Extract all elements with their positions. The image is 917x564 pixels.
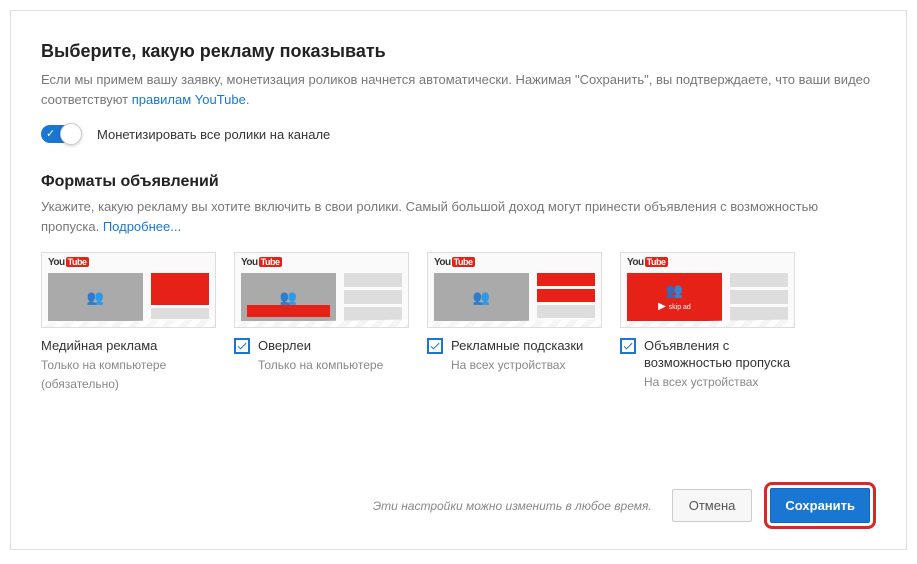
format-checkbox-skip[interactable] — [620, 338, 636, 354]
sidebar-placeholder — [730, 273, 788, 321]
format-name: Рекламные подсказки — [451, 338, 583, 355]
people-icon: 👥 — [87, 289, 104, 306]
format-thumb-cards: Tube 👥 — [427, 252, 602, 328]
dialog-footer: Эти настройки можно изменить в любое вре… — [41, 482, 876, 529]
formats-grid: Tube 👥 Медийная реклама Только на компью… — [41, 252, 876, 392]
format-label-row: Объявления с возможностью пропуска На вс… — [620, 338, 795, 391]
format-sub: Только на компьютере — [41, 357, 166, 374]
video-ad-placeholder: 👥 ▶ skip ad — [627, 273, 722, 321]
format-name: Объявления с возможностью пропуска — [644, 338, 795, 372]
learn-more-link[interactable]: Подробнее... — [103, 219, 181, 234]
video-placeholder: 👥 — [434, 273, 529, 321]
sidebar-placeholder — [537, 273, 595, 321]
format-thumb-display: Tube 👥 — [41, 252, 216, 328]
cancel-button[interactable]: Отмена — [672, 489, 753, 522]
youtube-logo-icon: Tube — [48, 257, 89, 268]
format-sub: На всех устройствах — [451, 357, 583, 374]
format-checkbox-overlay[interactable] — [234, 338, 250, 354]
footer-note: Эти настройки можно изменить в любое вре… — [373, 499, 652, 513]
video-placeholder: 👥 — [241, 273, 336, 321]
check-icon — [236, 340, 248, 352]
format-thumb-overlay: Tube 👥 — [234, 252, 409, 328]
play-icon: ▶ skip ad — [658, 301, 691, 312]
format-label-row: Оверлеи Только на компьютере — [234, 338, 409, 374]
format-label-row: Рекламные подсказки На всех устройствах — [427, 338, 602, 374]
dialog-description: Если мы примем вашу заявку, монетизация … — [41, 70, 876, 109]
people-icon: 👥 — [280, 289, 297, 306]
format-card-cards: Tube 👥 Рекламные подсказки На всех устро… — [427, 252, 602, 392]
format-card-skip: Tube 👥 ▶ skip ad Объявления с возможност… — [620, 252, 795, 392]
format-name: Оверлеи — [258, 338, 383, 355]
format-name: Медийная реклама — [41, 338, 166, 355]
format-sub2: (обязательно) — [41, 376, 166, 393]
formats-description: Укажите, какую рекламу вы хотите включит… — [41, 197, 876, 236]
people-icon: 👥 — [473, 289, 490, 306]
monetization-dialog: Выберите, какую рекламу показывать Если … — [10, 10, 907, 550]
desc-text-end: . — [246, 92, 250, 107]
formats-title: Форматы объявлений — [41, 173, 876, 191]
people-icon: 👥 — [666, 282, 683, 299]
overlay-bar — [247, 305, 330, 317]
format-checkbox-cards[interactable] — [427, 338, 443, 354]
video-placeholder: 👥 — [48, 273, 143, 321]
format-sub: Только на компьютере — [258, 357, 383, 374]
youtube-rules-link[interactable]: правилам YouTube — [132, 92, 246, 107]
toggle-label: Монетизировать все ролики на канале — [97, 127, 330, 142]
save-button-highlight: Сохранить — [764, 482, 876, 529]
format-card-overlay: Tube 👥 Оверлеи Только на компьютере — [234, 252, 409, 392]
sidebar-placeholder — [151, 273, 209, 321]
youtube-logo-icon: Tube — [241, 257, 282, 268]
format-sub: На всех устройствах — [644, 374, 795, 391]
check-icon — [429, 340, 441, 352]
format-thumb-skip: Tube 👥 ▶ skip ad — [620, 252, 795, 328]
monetize-all-toggle[interactable]: ✓ — [41, 125, 81, 143]
youtube-logo-icon: Tube — [434, 257, 475, 268]
check-icon — [622, 340, 634, 352]
format-card-display: Tube 👥 Медийная реклама Только на компью… — [41, 252, 216, 392]
monetize-all-toggle-row: ✓ Монетизировать все ролики на канале — [41, 125, 876, 143]
sidebar-placeholder — [344, 273, 402, 321]
format-label-row: Медийная реклама Только на компьютере (о… — [41, 338, 216, 392]
toggle-knob — [60, 123, 82, 145]
youtube-logo-icon: Tube — [627, 257, 668, 268]
save-button[interactable]: Сохранить — [770, 488, 870, 523]
dialog-title: Выберите, какую рекламу показывать — [41, 41, 876, 62]
check-icon: ✓ — [46, 127, 55, 141]
